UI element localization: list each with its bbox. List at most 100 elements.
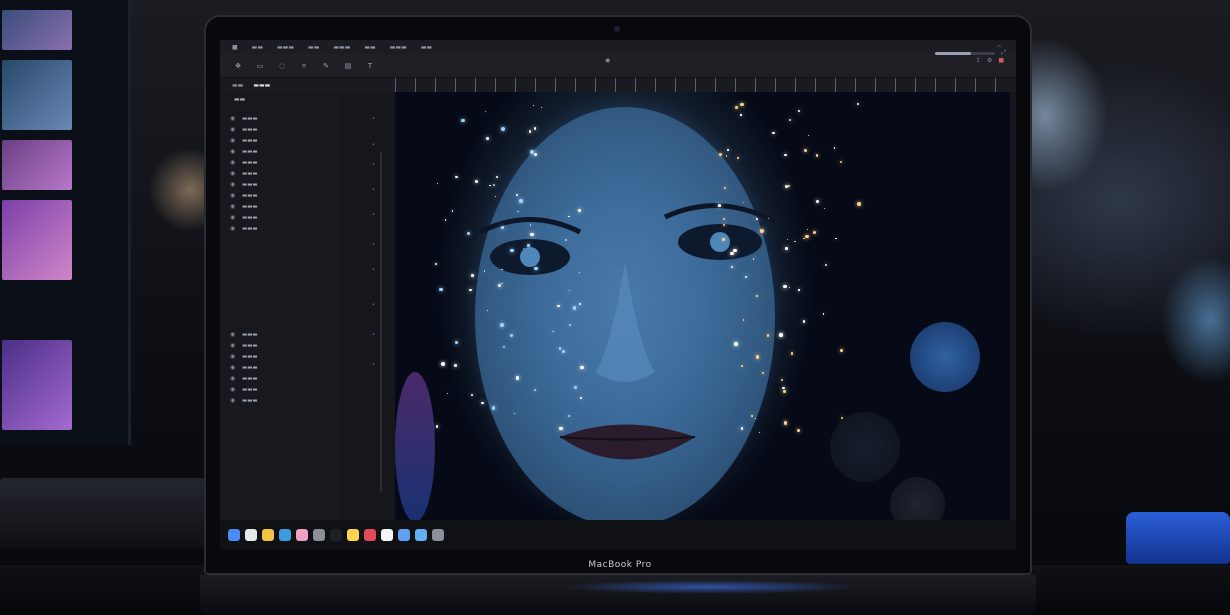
layer-visibility-icon[interactable]: ◉ <box>230 127 236 133</box>
move-tool-icon[interactable]: ✥ <box>234 62 242 70</box>
layer-visibility-icon[interactable]: ◉ <box>230 138 236 144</box>
property-marker[interactable]: • <box>372 302 375 308</box>
layer-visibility-icon[interactable]: ◉ <box>230 171 236 177</box>
sparkle-particle <box>727 149 729 151</box>
layer-visibility-icon[interactable]: ◉ <box>230 149 236 155</box>
fullscreen-icon[interactable]: ⤢ <box>1001 49 1006 57</box>
laptop-model-label: MacBook Pro <box>588 560 652 570</box>
settings-icon[interactable]: ⚙ <box>987 57 992 64</box>
menu-item[interactable]: ▬▬ <box>252 44 263 51</box>
mail-icon[interactable] <box>279 529 291 541</box>
layer-row[interactable]: ◉ ▬▬▬ <box>230 385 340 395</box>
layer-visibility-icon[interactable]: ◉ <box>230 332 236 338</box>
sparkle-particle <box>833 147 836 149</box>
layer-visibility-icon[interactable]: ◉ <box>230 215 236 221</box>
crop-tool-icon[interactable]: ⌗ <box>300 62 308 70</box>
layer-row[interactable]: ◉ ▬▬▬ <box>230 330 340 340</box>
layer-visibility-icon[interactable]: ◉ <box>230 193 236 199</box>
property-marker[interactable]: • <box>372 267 375 273</box>
tab-layers[interactable]: ▬▬ <box>232 82 243 89</box>
zoom-slider[interactable] <box>935 51 996 55</box>
files-icon[interactable] <box>398 529 410 541</box>
terminal-icon[interactable] <box>330 529 342 541</box>
property-marker[interactable]: • <box>372 332 375 338</box>
dock-controls: ⤢ <box>935 49 1006 57</box>
settings-icon[interactable] <box>313 529 325 541</box>
layer-row[interactable]: ◉ ▬▬▬ <box>230 180 340 190</box>
sparkle-particle <box>497 283 501 287</box>
layer-row[interactable]: ◉ ▬▬▬ <box>230 147 340 157</box>
property-marker[interactable]: • <box>372 242 375 248</box>
layer-row[interactable]: ◉ ▬▬▬ <box>230 136 340 146</box>
layer-row[interactable]: ◉ ▬▬▬ <box>230 374 340 384</box>
sparkle-particle <box>455 175 458 179</box>
music-icon[interactable] <box>364 529 376 541</box>
layer-visibility-icon[interactable]: ◉ <box>230 226 236 232</box>
property-marker[interactable]: • <box>372 116 375 122</box>
layer-row[interactable]: ◉ ▬▬▬ <box>230 341 340 351</box>
property-marker[interactable]: • <box>372 187 375 193</box>
layer-row[interactable]: ◉ ▬▬▬ <box>230 169 340 179</box>
menu-item[interactable]: ▬▬▬ <box>390 44 407 51</box>
layer-name: ▬▬▬ <box>242 116 258 122</box>
eraser-tool-icon[interactable]: ▤ <box>344 62 352 70</box>
sparkle-particle <box>718 152 722 157</box>
menu-item[interactable]: ▬▬ <box>308 44 319 51</box>
chrome-icon[interactable] <box>262 529 274 541</box>
layer-name: ▬▬▬ <box>242 398 258 404</box>
folder-icon[interactable] <box>415 529 427 541</box>
menu-item[interactable]: ▬▬ <box>421 44 432 51</box>
layer-visibility-icon[interactable]: ◉ <box>230 398 236 404</box>
sparkle-particle <box>485 136 490 140</box>
layer-name: ▬▬▬ <box>242 354 258 360</box>
property-marker[interactable]: • <box>372 212 375 218</box>
layer-row[interactable]: ◉ ▬▬▬ <box>230 352 340 362</box>
layer-row[interactable]: ◉ ▬▬▬ <box>230 363 340 373</box>
layer-row[interactable]: ◉ ▬▬▬ <box>230 396 340 406</box>
property-marker[interactable]: • <box>372 142 375 148</box>
zoom-icon[interactable]: ◉ <box>605 57 610 64</box>
sparkle-particle <box>578 209 581 212</box>
calendar-icon[interactable] <box>381 529 393 541</box>
layer-row[interactable]: ◉ ▬▬▬ <box>230 191 340 201</box>
scrollbar[interactable] <box>380 152 382 492</box>
menu-item[interactable]: ▬▬ <box>364 44 375 51</box>
text-tool-icon[interactable]: T <box>366 62 374 70</box>
layer-name: ▬▬▬ <box>242 387 258 393</box>
layer-row[interactable]: ◉ ▬▬▬ <box>230 213 340 223</box>
layer-visibility-icon[interactable]: ◉ <box>230 160 236 166</box>
menu-item[interactable]: ■ <box>232 44 238 51</box>
finder-icon[interactable] <box>228 529 240 541</box>
photos-icon[interactable] <box>296 529 308 541</box>
property-marker[interactable]: • <box>372 362 375 368</box>
menu-item[interactable]: ▬▬▬ <box>333 44 350 51</box>
image-canvas[interactable] <box>395 92 1010 520</box>
menu-item[interactable]: ▬▬▬ <box>277 44 294 51</box>
layer-visibility-icon[interactable]: ◉ <box>230 376 236 382</box>
notes-icon[interactable] <box>347 529 359 541</box>
brush-tool-icon[interactable]: ✎ <box>322 62 330 70</box>
layer-visibility-icon[interactable]: ◉ <box>230 204 236 210</box>
safari-icon[interactable] <box>245 529 257 541</box>
trash-icon[interactable] <box>432 529 444 541</box>
share-icon[interactable]: ⇪ <box>976 57 981 64</box>
layer-row[interactable]: ◉ ▬▬▬ <box>230 125 340 135</box>
sparkle-particle <box>451 210 454 212</box>
select-tool-icon[interactable]: ▭ <box>256 62 264 70</box>
laptop-screen: ■ ▬▬ ▬▬▬ ▬▬ ▬▬▬ ▬▬ ▬▬▬ ▬▬ ◠ ✥ ▭ ◌ ⌗ ✎ ▤ … <box>220 40 1016 550</box>
layer-visibility-icon[interactable]: ◉ <box>230 116 236 122</box>
layer-row[interactable]: ◉ ▬▬▬ <box>230 114 340 124</box>
layer-visibility-icon[interactable]: ◉ <box>230 365 236 371</box>
close-icon[interactable]: ■ <box>998 57 1004 64</box>
layer-visibility-icon[interactable]: ◉ <box>230 343 236 349</box>
layer-row[interactable]: ◉ ▬▬▬ <box>230 224 340 234</box>
layer-visibility-icon[interactable]: ◉ <box>230 354 236 360</box>
layer-visibility-icon[interactable]: ◉ <box>230 387 236 393</box>
sparkle-particle <box>491 406 495 410</box>
lasso-tool-icon[interactable]: ◌ <box>278 62 286 70</box>
layer-row[interactable]: ◉ ▬▬▬ <box>230 202 340 212</box>
layer-row[interactable]: ◉ ▬▬▬ <box>230 158 340 168</box>
property-marker[interactable]: • <box>372 162 375 168</box>
tab-channels[interactable]: ▬▬▬ <box>253 82 270 89</box>
layer-visibility-icon[interactable]: ◉ <box>230 182 236 188</box>
